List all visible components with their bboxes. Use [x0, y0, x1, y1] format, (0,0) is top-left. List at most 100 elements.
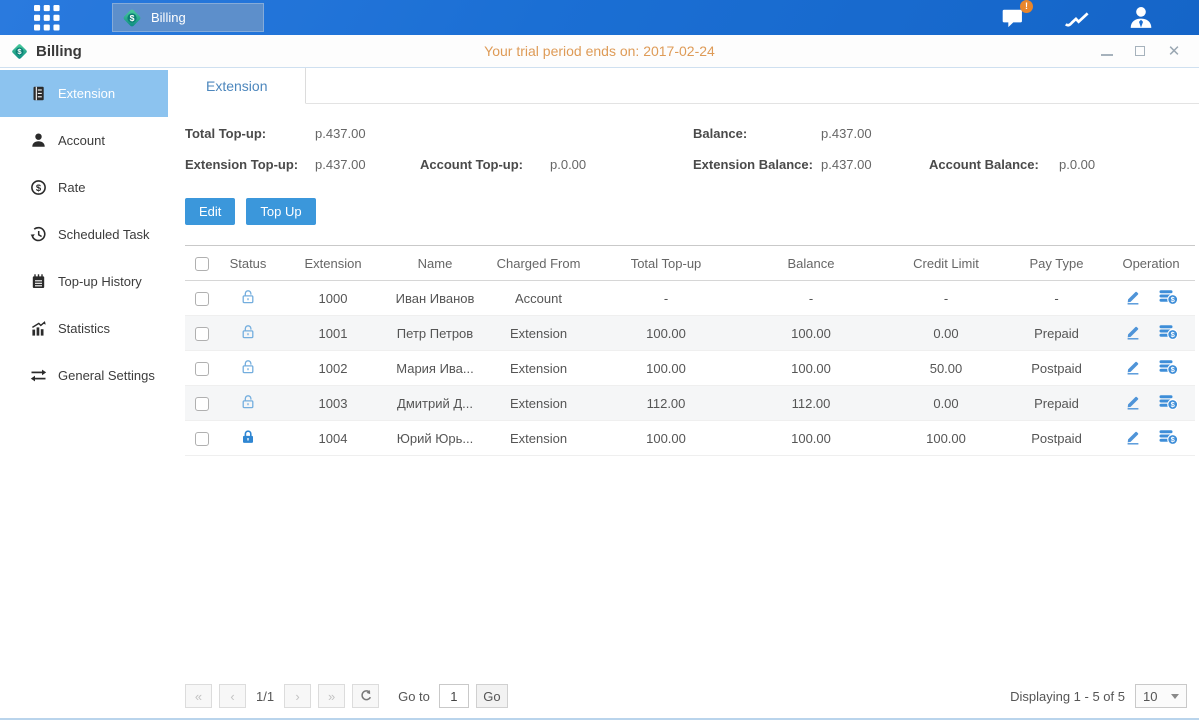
status-lock-icon	[240, 324, 256, 340]
sidebar-item-account[interactable]: Account	[0, 117, 168, 164]
cell-credit-limit: 100.00	[886, 421, 1006, 456]
cell-balance: 100.00	[736, 421, 886, 456]
sidebar-item-general-settings[interactable]: General Settings	[0, 352, 168, 399]
table-row[interactable]: 1001 Петр Петров Extension 100.00 100.00…	[185, 316, 1195, 351]
cell-pay-type: Prepaid	[1006, 316, 1107, 351]
tab-extension[interactable]: Extension	[168, 68, 306, 104]
sidebar-item-label: Statistics	[58, 321, 110, 336]
sidebar-item-label: General Settings	[58, 368, 155, 383]
col-header-balance: Balance	[736, 246, 886, 281]
scheduled-task-clock-icon	[30, 226, 47, 243]
col-header-pay-type: Pay Type	[1006, 246, 1107, 281]
edit-button[interactable]: Edit	[185, 198, 235, 225]
taskbar-item-billing[interactable]: $ Billing	[112, 3, 264, 32]
sidebar-item-label: Rate	[58, 180, 85, 195]
last-page-button[interactable]: »	[318, 684, 345, 708]
balance-label: Balance:	[693, 126, 821, 141]
sidebar-item-label: Top-up History	[58, 274, 142, 289]
col-header-extension: Extension	[277, 246, 389, 281]
cell-total-topup: 112.00	[596, 386, 736, 421]
tab-strip: Extension	[168, 68, 1199, 104]
app-grid-button[interactable]	[30, 4, 64, 32]
col-header-name: Name	[389, 246, 481, 281]
row-checkbox[interactable]	[195, 397, 209, 411]
sidebar-item-topup-history[interactable]: Top-up History	[0, 258, 168, 305]
first-page-button[interactable]: «	[185, 684, 212, 708]
row-checkbox[interactable]	[195, 327, 209, 341]
user-account-button[interactable]	[1128, 6, 1154, 30]
cell-balance: 100.00	[736, 351, 886, 386]
lock-open-icon	[240, 289, 256, 305]
sidebar: Extension Account $ Rate	[0, 68, 168, 718]
page-size-select[interactable]: 10	[1135, 684, 1187, 708]
select-all-checkbox[interactable]	[195, 257, 209, 271]
extensions-table: Status Extension Name Charged From Total…	[185, 245, 1195, 456]
top-up-coins-icon[interactable]: $	[1159, 394, 1178, 410]
window-title: Billing	[36, 43, 82, 60]
top-up-coins-icon[interactable]: $	[1159, 429, 1178, 445]
top-up-coins-icon[interactable]: $	[1159, 289, 1178, 305]
row-checkbox[interactable]	[195, 292, 209, 306]
page-size-value: 10	[1143, 689, 1157, 704]
sidebar-item-label: Scheduled Task	[58, 227, 150, 242]
total-topup-value: p.437.00	[315, 126, 420, 141]
table-row[interactable]: 1000 Иван Иванов Account - - - -	[185, 281, 1195, 316]
sidebar-item-extension[interactable]: Extension	[0, 70, 168, 117]
cell-extension: 1001	[277, 316, 389, 351]
next-page-button[interactable]: ›	[284, 684, 311, 708]
edit-pencil-icon[interactable]	[1125, 324, 1141, 340]
balance-summary: Total Top-up: p.437.00 Extension Top-up:…	[185, 118, 1187, 180]
sidebar-item-statistics[interactable]: Statistics	[0, 305, 168, 352]
lock-open-icon	[240, 394, 256, 410]
edit-pencil-icon[interactable]	[1125, 429, 1141, 445]
balance-value: p.437.00	[821, 126, 929, 141]
svg-text:$: $	[130, 13, 135, 23]
cell-name: Дмитрий Д...	[389, 386, 481, 421]
goto-page-input[interactable]	[439, 684, 469, 708]
minimize-button[interactable]	[1101, 44, 1113, 59]
rate-dollar-circle-icon: $	[30, 179, 47, 196]
sidebar-item-rate[interactable]: $ Rate	[0, 164, 168, 211]
extension-balance-label: Extension Balance:	[693, 157, 821, 172]
cell-balance: 100.00	[736, 316, 886, 351]
resource-monitor-button[interactable]	[1064, 6, 1090, 30]
close-button[interactable]: ✕	[1167, 44, 1181, 59]
sidebar-item-label: Account	[58, 133, 105, 148]
go-button[interactable]: Go	[476, 684, 508, 708]
cell-charged-from: Extension	[481, 316, 596, 351]
table-row[interactable]: 1002 Мария Ива... Extension 100.00 100.0…	[185, 351, 1195, 386]
sidebar-item-scheduled-task[interactable]: Scheduled Task	[0, 211, 168, 258]
system-topbar: $ Billing !	[0, 0, 1199, 35]
window-titlebar: Your trial period ends on: 2017-02-24 $ …	[0, 35, 1199, 68]
notifications-button[interactable]: !	[1000, 6, 1026, 30]
account-balance-value: p.0.00	[1059, 157, 1095, 172]
top-up-button[interactable]: Top Up	[246, 198, 315, 225]
maximize-icon	[1135, 46, 1145, 56]
row-checkbox[interactable]	[195, 432, 209, 446]
table-row[interactable]: 1004 Юрий Юрь... Extension 100.00 100.00…	[185, 421, 1195, 456]
edit-pencil-icon[interactable]	[1125, 359, 1141, 375]
status-lock-icon	[240, 289, 256, 305]
table-row[interactable]: 1003 Дмитрий Д... Extension 112.00 112.0…	[185, 386, 1195, 421]
edit-pencil-icon[interactable]	[1125, 394, 1141, 410]
cell-extension: 1004	[277, 421, 389, 456]
edit-pencil-icon[interactable]	[1125, 289, 1141, 305]
refresh-button[interactable]	[352, 684, 379, 708]
extension-balance-value: p.437.00	[821, 157, 929, 172]
trial-message: Your trial period ends on: 2017-02-24	[0, 43, 1199, 59]
cell-charged-from: Account	[481, 281, 596, 316]
account-balance-label: Account Balance:	[929, 157, 1059, 172]
line-chart-icon	[1064, 6, 1090, 30]
main-panel: Extension Total Top-up: p.437.00 Extensi…	[168, 68, 1199, 718]
row-checkbox[interactable]	[195, 362, 209, 376]
status-lock-icon	[240, 394, 256, 410]
billing-diamond-icon: $	[121, 7, 143, 29]
top-up-coins-icon[interactable]: $	[1159, 359, 1178, 375]
top-up-coins-icon[interactable]: $	[1159, 324, 1178, 340]
prev-page-button[interactable]: ‹	[219, 684, 246, 708]
maximize-button[interactable]	[1135, 44, 1145, 59]
cell-credit-limit: 0.00	[886, 316, 1006, 351]
minimize-icon	[1101, 54, 1113, 56]
cell-balance: -	[736, 281, 886, 316]
lock-closed-icon	[240, 429, 256, 445]
